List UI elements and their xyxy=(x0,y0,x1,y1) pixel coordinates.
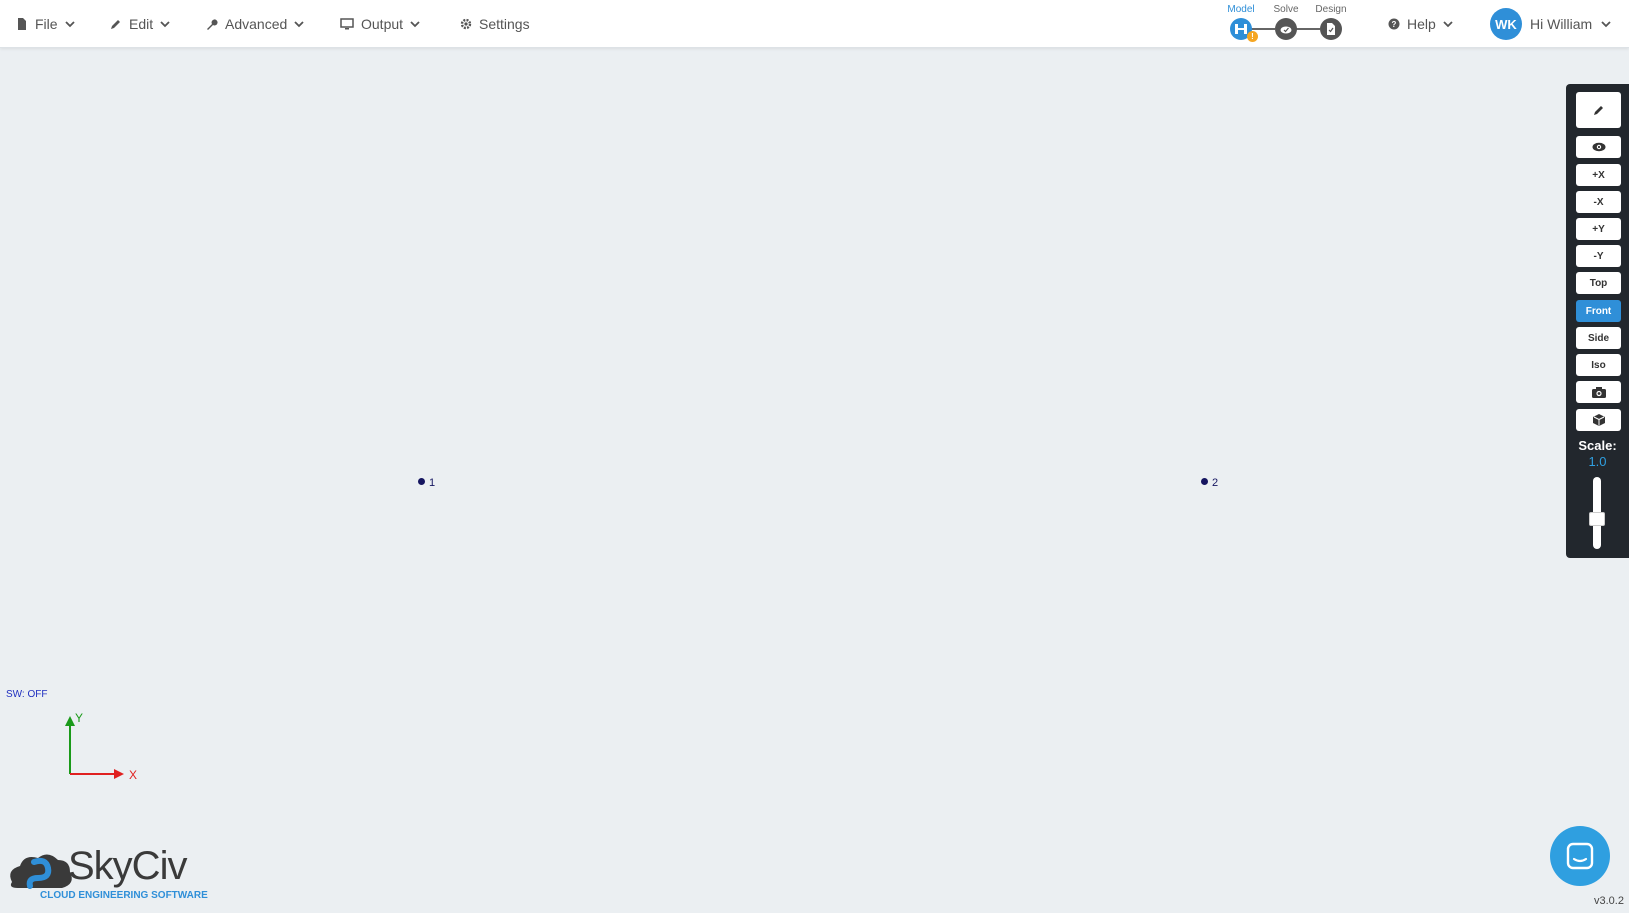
file-menu[interactable]: File xyxy=(16,0,75,48)
chevron-down-icon xyxy=(64,21,75,28)
view-toolbar: +X -X +Y -Y Top Front Side Iso Scale: 1.… xyxy=(1566,84,1629,558)
scale-label: Scale: xyxy=(1578,438,1617,453)
help-menu[interactable]: ? Help xyxy=(1388,0,1453,48)
advanced-menu[interactable]: Advanced xyxy=(206,0,304,48)
user-greeting: Hi William xyxy=(1530,16,1593,32)
help-menu-label: Help xyxy=(1407,16,1436,32)
draw-pencil-button[interactable] xyxy=(1576,92,1621,128)
3d-render-button[interactable] xyxy=(1576,409,1621,431)
x-axis-arrow xyxy=(114,769,124,779)
y-axis-arrow xyxy=(65,716,75,726)
advanced-menu-label: Advanced xyxy=(225,16,288,32)
x-axis-label: X xyxy=(129,768,138,782)
node-point[interactable] xyxy=(1201,478,1208,485)
brand-name: SkyCiv xyxy=(68,844,187,888)
settings-menu[interactable]: Settings xyxy=(460,0,530,48)
view-plus-x-button[interactable]: +X xyxy=(1576,164,1621,186)
edit-menu[interactable]: Edit xyxy=(110,0,170,48)
axis-indicator xyxy=(65,716,124,779)
wrench-icon xyxy=(207,19,218,30)
view-front-button[interactable]: Front xyxy=(1576,300,1621,322)
file-menu-label: File xyxy=(35,16,58,32)
pencil-icon xyxy=(1593,106,1603,115)
svg-text:?: ? xyxy=(1392,20,1397,29)
cloud-icon xyxy=(1280,26,1292,34)
edit-menu-label: Edit xyxy=(129,16,154,32)
question-circle-icon: ? xyxy=(1388,18,1400,30)
view-minus-x-button[interactable]: -X xyxy=(1576,191,1621,213)
view-side-button[interactable]: Side xyxy=(1576,327,1621,349)
step-model-label: Model xyxy=(1227,4,1255,15)
brand-tagline: CLOUD ENGINEERING SOFTWARE xyxy=(40,890,208,901)
view-plus-y-button[interactable]: +Y xyxy=(1576,218,1621,240)
camera-icon xyxy=(1591,386,1606,398)
view-iso-button[interactable]: Iso xyxy=(1576,354,1621,376)
y-axis-label: Y xyxy=(75,711,84,725)
eye-icon xyxy=(1592,142,1605,152)
step-design-button[interactable] xyxy=(1320,18,1342,40)
user-avatar[interactable]: WK xyxy=(1490,8,1522,40)
chevron-down-icon xyxy=(1601,21,1611,28)
chat-launcher-button[interactable] xyxy=(1550,826,1610,886)
scale-slider-thumb[interactable] xyxy=(1589,512,1605,526)
settings-menu-label: Settings xyxy=(479,16,530,32)
user-menu[interactable]: Hi William xyxy=(1530,0,1611,48)
gear-icon xyxy=(460,18,472,30)
pencil-icon xyxy=(111,20,120,29)
node-label: 2 xyxy=(1212,477,1219,489)
self-weight-status: SW: OFF xyxy=(6,689,48,700)
workflow-steps: Model Solve Design ! xyxy=(1220,0,1360,48)
step-connector xyxy=(1295,28,1320,30)
chevron-down-icon xyxy=(294,21,304,28)
screenshot-button[interactable] xyxy=(1576,381,1621,403)
output-menu[interactable]: Output xyxy=(340,0,420,48)
view-top-button[interactable]: Top xyxy=(1576,272,1621,294)
view-minus-y-button[interactable]: -Y xyxy=(1576,245,1621,267)
output-menu-label: Output xyxy=(361,16,404,32)
chevron-down-icon xyxy=(410,21,420,28)
step-solve-button[interactable] xyxy=(1275,18,1297,40)
beam-icon xyxy=(1235,24,1247,34)
chat-icon xyxy=(1566,842,1594,870)
node-label: 1 xyxy=(429,477,436,489)
step-connector xyxy=(1250,28,1275,30)
chevron-down-icon xyxy=(160,21,170,28)
document-icon xyxy=(1327,23,1335,35)
warning-badge: ! xyxy=(1247,31,1258,42)
node-point[interactable] xyxy=(418,478,425,485)
monitor-icon xyxy=(340,18,354,30)
app-version: v3.0.2 xyxy=(1594,895,1624,907)
chevron-down-icon xyxy=(1443,21,1453,28)
visibility-button[interactable] xyxy=(1576,136,1621,158)
step-design-label: Design xyxy=(1315,4,1347,15)
cube-icon xyxy=(1592,414,1605,426)
file-icon xyxy=(18,18,26,30)
top-menu-bar: File Edit Advanced Output Settings Model… xyxy=(0,0,1629,48)
step-solve-label: Solve xyxy=(1273,4,1299,15)
scale-value: 1.0 xyxy=(1588,454,1607,469)
